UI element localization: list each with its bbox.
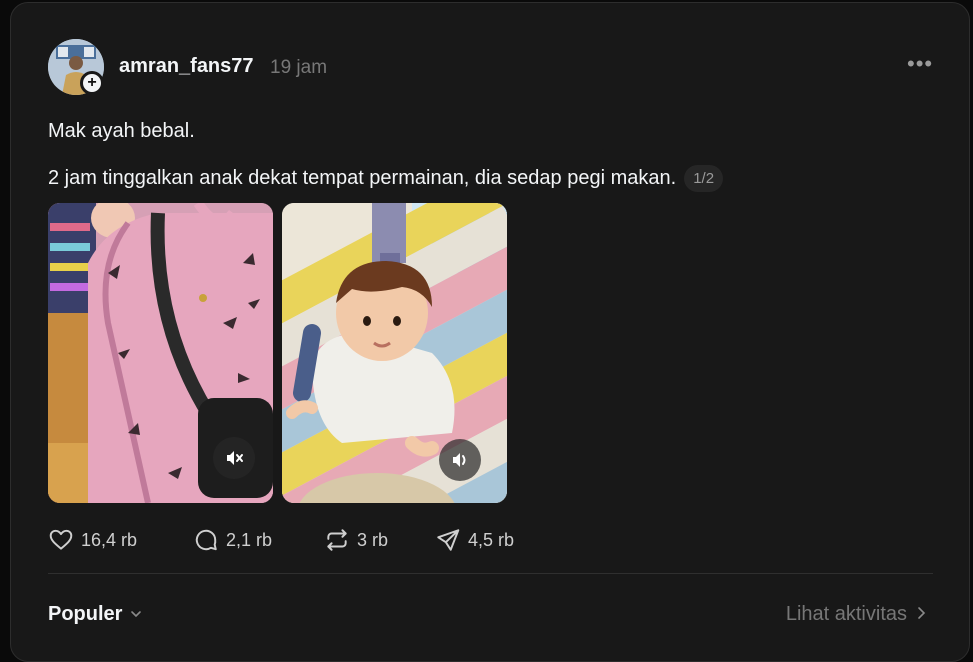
reply-count: 2,1 rb xyxy=(226,529,273,550)
sort-dropdown[interactable]: Populer xyxy=(48,603,142,626)
activity-label: Lihat aktivitas xyxy=(785,603,907,625)
like-count: 16,4 rb xyxy=(81,529,138,550)
reply-button[interactable]: 2,1 rb xyxy=(193,527,272,553)
share-count: 4,5 rb xyxy=(468,529,515,550)
mute-toggle-button[interactable] xyxy=(213,437,255,479)
divider xyxy=(48,573,933,574)
comment-icon xyxy=(195,529,217,551)
like-button[interactable]: 16,4 rb xyxy=(48,527,137,553)
send-icon xyxy=(437,529,460,551)
sort-label: Populer xyxy=(48,603,123,625)
post-text-line2: 2 jam tinggalkan anak dekat tempat perma… xyxy=(48,167,677,189)
post-text-line2-row: 2 jam tinggalkan anak dekat tempat perma… xyxy=(48,165,724,192)
post-time[interactable]: 19 jam xyxy=(270,57,327,79)
username[interactable]: amran_fans77 xyxy=(119,55,254,78)
heart-icon xyxy=(49,529,73,550)
video-thumbnail-2[interactable] xyxy=(282,203,507,503)
sound-toggle-button[interactable] xyxy=(439,439,481,481)
repost-button[interactable]: 3 rb xyxy=(324,527,388,553)
post-card: + amran_fans77 19 jam ••• Mak ayah bebal… xyxy=(10,2,970,662)
speaker-icon xyxy=(453,453,466,467)
avatar-container[interactable]: + xyxy=(48,39,104,95)
more-options-icon[interactable]: ••• xyxy=(907,53,933,75)
video-thumbnail-1[interactable] xyxy=(48,203,273,503)
chevron-down-icon xyxy=(130,607,142,623)
repost-icon xyxy=(327,529,347,551)
chevron-right-icon xyxy=(917,604,927,625)
speaker-muted-icon xyxy=(227,451,243,465)
page-indicator: 1/2 xyxy=(684,165,724,192)
follow-plus-button[interactable]: + xyxy=(80,71,104,95)
post-text-line1: Mak ayah bebal. xyxy=(48,120,195,142)
repost-count: 3 rb xyxy=(357,529,389,550)
share-button[interactable]: 4,5 rb xyxy=(435,527,514,553)
view-activity-link[interactable]: Lihat aktivitas xyxy=(786,603,927,626)
